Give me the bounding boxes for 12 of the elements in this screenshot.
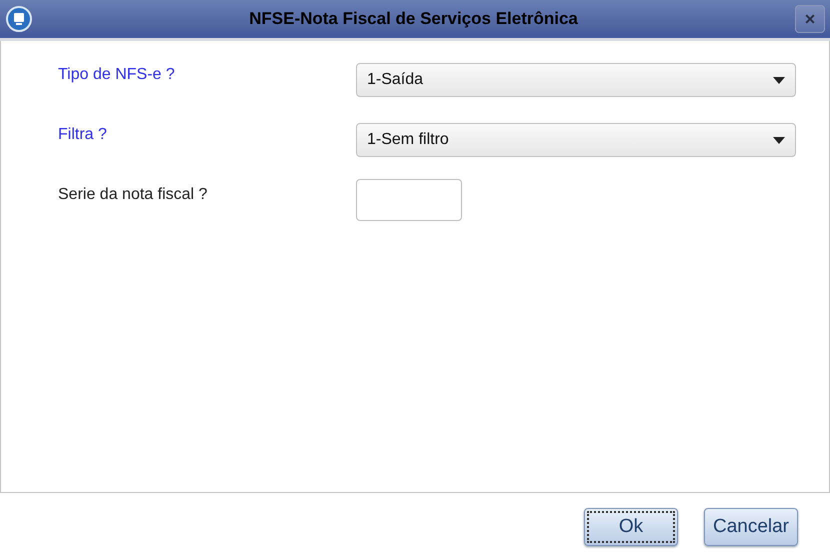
dialog-button[interactable]: Ok (584, 508, 678, 546)
caret-icon (773, 76, 785, 84)
caret-icon (773, 136, 785, 144)
window-title: NFSE-Nota Fiscal de Serviços Eletrônica (248, 9, 579, 29)
field-label: Serie da nota fiscal ? (58, 185, 208, 204)
dropdown[interactable]: 1-Sem filtro (356, 123, 796, 157)
field-label: Tipo de NFS-e ? (58, 65, 176, 84)
app-icon (6, 6, 32, 32)
dropdown[interactable]: 1-Saída (356, 63, 796, 97)
input-field[interactable] (356, 179, 462, 221)
field-label: Filtra ? (58, 125, 108, 144)
dialog-button[interactable]: Cancelar (704, 508, 798, 546)
